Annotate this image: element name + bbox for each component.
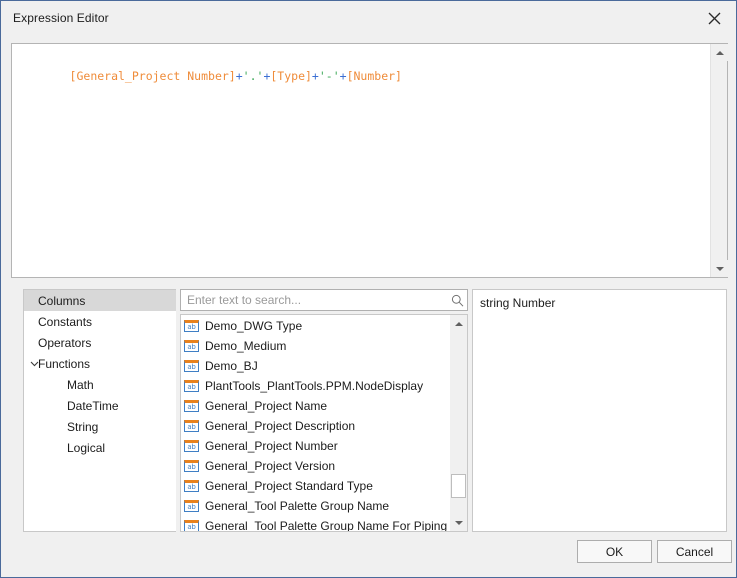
expression-token-identifier: [General_Project Number] (69, 69, 236, 83)
ab-text-column-icon: ab (184, 400, 199, 412)
list-item[interactable]: ab General_Project Description (181, 416, 451, 436)
list-item-label: General_Project Name (205, 399, 328, 413)
window-title: Expression Editor (13, 11, 109, 25)
search-icon[interactable] (447, 294, 467, 307)
tree-item-logical[interactable]: Logical (24, 437, 176, 458)
ab-text-column-icon: ab (184, 460, 199, 472)
close-icon[interactable] (692, 2, 736, 34)
list-item-label: General_Project Version (205, 459, 336, 473)
list-item[interactable]: ab General_Project Number (181, 436, 451, 456)
expression-token-identifier: [Type] (270, 69, 312, 83)
cancel-button[interactable]: Cancel (657, 540, 732, 563)
list-item[interactable]: ab PlantTools_PlantTools.PPM.NodeDisplay (181, 376, 451, 396)
expression-token-string: '-' (318, 69, 340, 83)
expression-token-operator: + (235, 69, 243, 83)
expression-token-operator: + (339, 69, 347, 83)
tree-item-label: Columns (38, 293, 86, 308)
scroll-up-icon[interactable] (450, 315, 467, 332)
list-item[interactable]: ab General_Project Standard Type (181, 476, 451, 496)
list-item-label: General_Tool Palette Group Name For Pipi… (205, 519, 448, 532)
ab-text-column-icon: ab (184, 420, 199, 432)
tree-item-math[interactable]: Math (24, 374, 176, 395)
tree-item-label: Operators (38, 335, 92, 350)
expression-token-string: '.' (242, 69, 264, 83)
columns-list-scrollbar[interactable] (450, 315, 467, 531)
detail-panel: string Number (472, 289, 727, 532)
ab-text-column-icon: ab (184, 320, 199, 332)
tree-item-constants[interactable]: Constants (24, 311, 176, 332)
list-item-label: PlantTools_PlantTools.PPM.NodeDisplay (205, 379, 424, 393)
scroll-down-icon[interactable] (450, 514, 467, 531)
expression-editor-window: Expression Editor [General_Project Numbe… (0, 0, 737, 578)
tree-item-columns[interactable]: Columns (24, 290, 176, 311)
list-item[interactable]: ab General_Tool Palette Group Name For P… (181, 516, 451, 532)
tree-item-label: String (67, 419, 99, 434)
tree-item-operators[interactable]: Operators (24, 332, 176, 353)
ab-text-column-icon: ab (184, 380, 199, 392)
list-item-label: Demo_BJ (205, 359, 258, 373)
list-item-label: Demo_DWG Type (205, 319, 303, 333)
list-item-label: General_Project Description (205, 419, 356, 433)
list-item-label: General_Tool Palette Group Name (205, 499, 390, 513)
list-item[interactable]: ab Demo_Medium (181, 336, 451, 356)
tree-item-label: Math (67, 377, 94, 392)
ab-text-column-icon: ab (184, 440, 199, 452)
list-item-label: General_Project Number (205, 439, 338, 453)
titlebar: Expression Editor (2, 2, 736, 34)
tree-item-label: Functions (38, 356, 91, 371)
search-input[interactable] (181, 292, 447, 308)
ok-button[interactable]: OK (577, 540, 652, 563)
ab-text-column-icon: ab (184, 500, 199, 512)
list-item[interactable]: ab General_Project Version (181, 456, 451, 476)
expression-text-area[interactable]: [General_Project Number]+'.'+[Type]+'-'+… (11, 43, 728, 278)
expression-scrollbar[interactable] (710, 44, 728, 277)
tree-item-label: Logical (67, 440, 106, 455)
scroll-up-icon[interactable] (711, 44, 728, 61)
category-tree[interactable]: Columns Constants Operators Functions Ma… (23, 289, 176, 532)
ab-text-column-icon: ab (184, 480, 199, 492)
list-item[interactable]: ab General_Tool Palette Group Name (181, 496, 451, 516)
ab-text-column-icon: ab (184, 340, 199, 352)
detail-description: string Number (480, 296, 556, 310)
list-item[interactable]: ab Demo_DWG Type (181, 316, 451, 336)
expression-token-identifier: [Number] (346, 69, 402, 83)
search-box[interactable] (180, 289, 468, 311)
list-item[interactable]: ab General_Project Name (181, 396, 451, 416)
chevron-down-icon[interactable] (28, 358, 40, 370)
tree-item-label: DateTime (67, 398, 119, 413)
tree-item-string[interactable]: String (24, 416, 176, 437)
ab-text-column-icon: ab (184, 360, 199, 372)
columns-browser: ab Demo_DWG Type ab Demo_Medium ab Demo_… (176, 289, 472, 532)
scrollbar-thumb[interactable] (451, 474, 466, 498)
expression-text[interactable]: [General_Project Number]+'.'+[Type]+'-'+… (28, 52, 703, 100)
tree-item-functions[interactable]: Functions (24, 353, 176, 374)
tree-item-datetime[interactable]: DateTime (24, 395, 176, 416)
list-item-label: General_Project Standard Type (205, 479, 373, 493)
tree-item-label: Constants (38, 314, 93, 329)
columns-list[interactable]: ab Demo_DWG Type ab Demo_Medium ab Demo_… (180, 314, 468, 532)
list-item[interactable]: ab Demo_BJ (181, 356, 451, 376)
expression-token-operator: + (311, 69, 319, 83)
scroll-down-icon[interactable] (711, 260, 728, 277)
list-item-label: Demo_Medium (205, 339, 287, 353)
ab-text-column-icon: ab (184, 520, 199, 531)
